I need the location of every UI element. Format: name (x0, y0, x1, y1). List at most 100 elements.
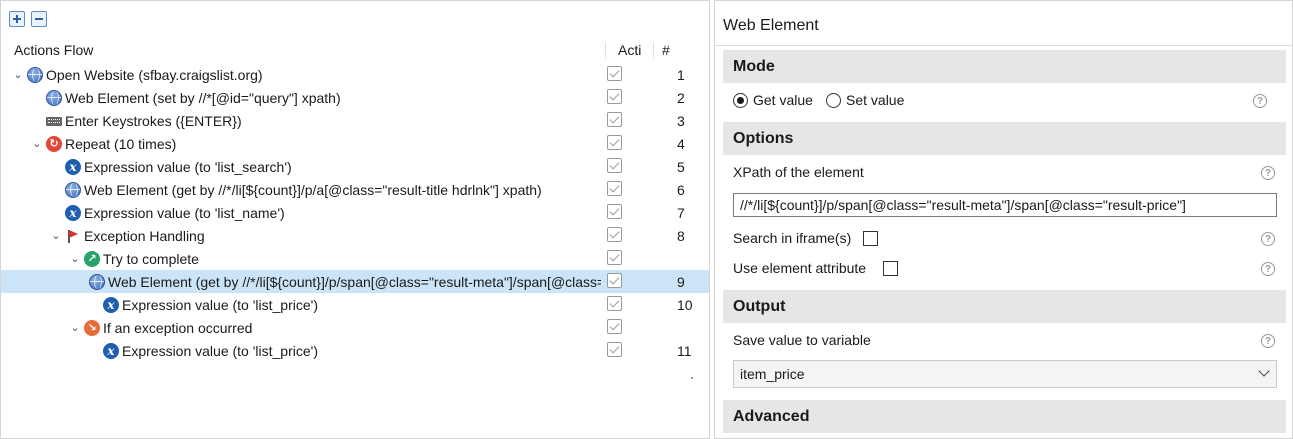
tree-row[interactable]: Web Element (get by //*/li[${count}]/p/s… (1, 270, 709, 293)
expression-icon: x (65, 204, 81, 221)
tree-row[interactable]: x Expression value (to 'list_name') 7 (1, 201, 709, 224)
active-checkbox[interactable] (607, 273, 622, 288)
search-iframe-checkbox[interactable] (863, 231, 878, 246)
row-number: 9 (677, 274, 685, 290)
row-number: 4 (677, 136, 685, 152)
tree-row-label: Repeat (10 times) (65, 135, 177, 152)
tree-row-content: Web Element (get by //*/li[${count}]/p/a… (49, 178, 601, 201)
variable-select-value: item_price (740, 366, 805, 382)
mode-help-icon[interactable]: ? (1253, 94, 1267, 108)
tree-toolbar (9, 11, 47, 31)
element-attribute-label: Use element attribute (733, 260, 867, 276)
tree-row-label: Expression value (to 'list_price') (122, 296, 318, 313)
divider (715, 45, 1292, 46)
set-value-label[interactable]: Set value (846, 92, 904, 108)
actions-flow-panel: Actions Flow Acti # ⌄ Open Website (sfbay… (0, 0, 710, 439)
get-value-radio[interactable] (733, 93, 748, 108)
tree-row[interactable]: ⌄ ↗ Try to complete (1, 247, 709, 270)
flag-icon (65, 228, 81, 244)
chevron-down-icon[interactable]: ⌄ (30, 132, 44, 155)
tree-row[interactable]: Enter Keystrokes ({ENTER}) 3 (1, 109, 709, 132)
tree-row-label: Web Element (set by //*[@id="query"] xpa… (65, 89, 341, 106)
tree-row-label: Exception Handling (84, 227, 205, 244)
active-checkbox[interactable] (607, 158, 622, 173)
xpath-input[interactable]: //*/li[${count}]/p/span[@class="result-m… (733, 193, 1277, 217)
tree-row[interactable]: x Expression value (to 'list_price') 10 (1, 293, 709, 316)
tree-row[interactable]: ⌄ ↘ If an exception occurred (1, 316, 709, 339)
row-number: 5 (677, 159, 685, 175)
chevron-down-icon[interactable]: ⌄ (11, 63, 25, 86)
tree-row-content: Web Element (set by //*[@id="query"] xpa… (30, 86, 601, 109)
active-checkbox[interactable] (607, 181, 622, 196)
globe-icon (89, 273, 105, 290)
tree-row-content: x Expression value (to 'list_price') (87, 293, 601, 316)
tree-row[interactable]: x Expression value (to 'list_search') 5 (1, 155, 709, 178)
active-checkbox[interactable] (607, 112, 622, 127)
properties-panel: Web Element Mode Get value Set value ? O… (714, 0, 1293, 439)
attribute-help-icon[interactable]: ? (1261, 262, 1275, 276)
iframe-help-icon[interactable]: ? (1261, 232, 1275, 246)
chevron-down-icon[interactable]: ⌄ (49, 224, 63, 247)
row-number: 7 (677, 205, 685, 221)
chevron-down-icon[interactable]: ⌄ (68, 316, 82, 339)
active-checkbox[interactable] (607, 135, 622, 150)
row-number: 1 (677, 67, 685, 83)
expand-all-icon[interactable] (9, 11, 25, 27)
xpath-label: XPath of the element (733, 164, 864, 180)
tree-row[interactable]: Web Element (set by //*[@id="query"] xpa… (1, 86, 709, 109)
set-value-radio[interactable] (826, 93, 841, 108)
tree-row-label: Expression value (to 'list_price') (122, 342, 318, 359)
globe-icon (46, 89, 62, 106)
active-checkbox[interactable] (607, 66, 622, 81)
tree-row-content: Enter Keystrokes ({ENTER}) (30, 109, 601, 132)
tree-row-label: Expression value (to 'list_search') (84, 158, 292, 175)
element-attribute-checkbox[interactable] (883, 261, 898, 276)
panel-title: Web Element (723, 17, 819, 34)
active-checkbox[interactable] (607, 250, 622, 265)
tree-row-label: Web Element (get by //*/li[${count}]/p/s… (108, 273, 601, 290)
tree-row-content: Web Element (get by //*/li[${count}]/p/s… (87, 270, 601, 293)
tree-row-content: ⌄ Exception Handling (49, 224, 601, 247)
get-value-label[interactable]: Get value (753, 92, 813, 108)
active-checkbox[interactable] (607, 342, 622, 357)
tree-row-content: ⌄ Open Website (sfbay.craigslist.org) (11, 63, 601, 86)
globe-icon (27, 66, 43, 83)
chevron-down-icon[interactable]: ⌄ (68, 247, 82, 270)
active-checkbox[interactable] (607, 296, 622, 311)
tree-row[interactable]: x Expression value (to 'list_price') 11 (1, 339, 709, 362)
collapse-all-icon[interactable] (31, 11, 47, 27)
active-checkbox[interactable] (607, 89, 622, 104)
save-variable-label: Save value to variable (733, 332, 871, 348)
row-number: 11 (677, 343, 692, 359)
tree-row[interactable]: ⌄ ↻ Repeat (10 times) 4 (1, 132, 709, 155)
variable-select[interactable]: item_price (733, 360, 1277, 388)
row-number: 8 (677, 228, 685, 244)
tree-row[interactable]: Web Element (get by //*/li[${count}]/p/a… (1, 178, 709, 201)
xpath-help-icon[interactable]: ? (1261, 166, 1275, 180)
chevron-down-icon (1258, 365, 1270, 377)
tree-row-label: If an exception occurred (103, 319, 253, 336)
column-header-number[interactable]: # (653, 42, 670, 58)
try-icon: ↗ (84, 250, 100, 267)
active-checkbox[interactable] (607, 204, 622, 219)
resize-dot (691, 377, 693, 379)
tree-row-label: Web Element (get by //*/li[${count}]/p/a… (84, 181, 542, 198)
globe-icon (65, 181, 81, 198)
column-header-active[interactable]: Acti (605, 42, 653, 58)
active-checkbox[interactable] (607, 227, 622, 242)
row-number: 3 (677, 113, 685, 129)
actions-tree: ⌄ Open Website (sfbay.craigslist.org) 1 Web… (1, 63, 709, 362)
tree-row[interactable]: ⌄ Exception Handling 8 (1, 224, 709, 247)
active-checkbox[interactable] (607, 319, 622, 334)
column-header-flow[interactable]: Actions Flow (14, 42, 93, 58)
save-variable-help-icon[interactable]: ? (1261, 334, 1275, 348)
tree-row-label: Enter Keystrokes ({ENTER}) (65, 112, 242, 129)
tree-row[interactable]: ⌄ Open Website (sfbay.craigslist.org) 1 (1, 63, 709, 86)
repeat-icon: ↻ (46, 135, 62, 152)
section-advanced: Advanced (723, 400, 1286, 433)
